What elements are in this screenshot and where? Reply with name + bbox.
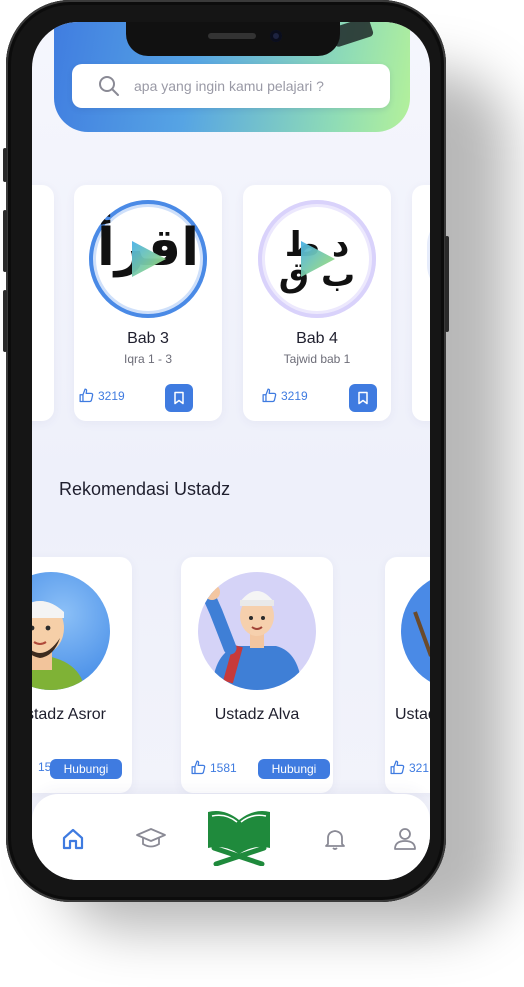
like-count: 321 <box>409 760 430 775</box>
volume-down-button <box>3 290 7 352</box>
graduation-cap-icon <box>136 828 166 848</box>
thumbs-up-icon <box>191 760 206 775</box>
front-camera <box>270 30 282 42</box>
search-bar[interactable] <box>72 64 390 108</box>
ustadz-illustration <box>32 601 84 690</box>
ustadz-avatar <box>32 572 110 690</box>
course-subtitle: Iqra 1 - 3 <box>123 352 173 366</box>
like-button[interactable]: 1581 <box>190 759 237 776</box>
bookmark-button[interactable] <box>349 384 377 412</box>
nav-profile[interactable] <box>388 822 422 856</box>
thumbs-up-icon <box>390 760 405 775</box>
course-card-partial-right[interactable] <box>412 185 430 421</box>
ustadz-card[interactable]: Ustadz Asror 1581 Hubungi <box>32 557 132 793</box>
course-card[interactable]: د ط ب ق Bab 4 Tajwid bab 1 3219 <box>243 185 391 421</box>
bookmark-icon <box>174 391 184 405</box>
bottom-navigation <box>32 794 430 880</box>
course-thumbnail <box>427 215 430 295</box>
ustadz-illustration <box>413 611 430 657</box>
like-count: 1581 <box>210 760 237 775</box>
ustadz-name: Ustadz <box>395 706 430 723</box>
ustadz-avatar <box>198 572 316 690</box>
course-card-partial-left[interactable] <box>32 185 54 421</box>
profile-icon <box>394 828 416 850</box>
section-title: Rekomendasi Ustadz <box>59 479 231 499</box>
search-icon <box>99 76 119 96</box>
nav-quran[interactable] <box>204 802 274 866</box>
bell-icon <box>325 830 345 850</box>
hubungi-button[interactable]: Hubungi <box>50 759 122 779</box>
volume-up-button <box>3 210 7 272</box>
like-count: 3219 <box>281 388 308 403</box>
ustadz-avatar <box>401 572 430 690</box>
nav-courses[interactable] <box>134 822 168 856</box>
bookmark-button[interactable] <box>165 384 193 412</box>
nav-home[interactable] <box>56 822 90 856</box>
ustadz-card[interactable]: Ustadz 321 <box>385 557 430 793</box>
nav-notifications[interactable] <box>318 822 352 856</box>
like-button[interactable]: 3219 <box>78 387 125 404</box>
ustadz-illustration <box>201 584 302 690</box>
quran-icon <box>208 811 270 866</box>
ustadz-name: Ustadz Alva <box>214 706 300 723</box>
like-button[interactable]: 3219 <box>261 387 308 404</box>
course-card[interactable]: اقرأ Bab 3 Iqra 1 - 3 3219 <box>74 185 222 421</box>
like-button[interactable]: 321 <box>389 759 429 776</box>
power-button <box>445 236 449 332</box>
course-thumbnail: اقرأ <box>89 200 207 318</box>
course-subtitle: Tajwid bab 1 <box>283 352 351 366</box>
phone-frame: اقرأ Bab 3 Iqra 1 - 3 3219 د ط ب ق <box>3 0 449 902</box>
home-icon <box>62 828 84 850</box>
play-icon <box>132 241 166 277</box>
ustadz-name: Ustadz Asror <box>32 706 106 723</box>
speaker-grille <box>208 33 256 39</box>
app-screen: اقرأ Bab 3 Iqra 1 - 3 3219 د ط ب ق <box>32 22 430 880</box>
course-title: Bab 3 <box>127 330 169 347</box>
thumbs-up-icon <box>262 388 277 403</box>
course-title: Bab 4 <box>296 330 338 347</box>
mute-switch <box>3 148 7 182</box>
notch <box>126 22 340 56</box>
like-count: 3219 <box>98 388 125 403</box>
play-icon <box>301 241 335 277</box>
thumbs-up-icon <box>79 388 94 403</box>
search-input[interactable] <box>134 78 374 94</box>
course-thumbnail: د ط ب ق <box>258 200 376 318</box>
ustadz-card[interactable]: Ustadz Alva 1581 Hubungi <box>181 557 333 793</box>
hubungi-button[interactable]: Hubungi <box>258 759 330 779</box>
bookmark-icon <box>358 391 368 405</box>
